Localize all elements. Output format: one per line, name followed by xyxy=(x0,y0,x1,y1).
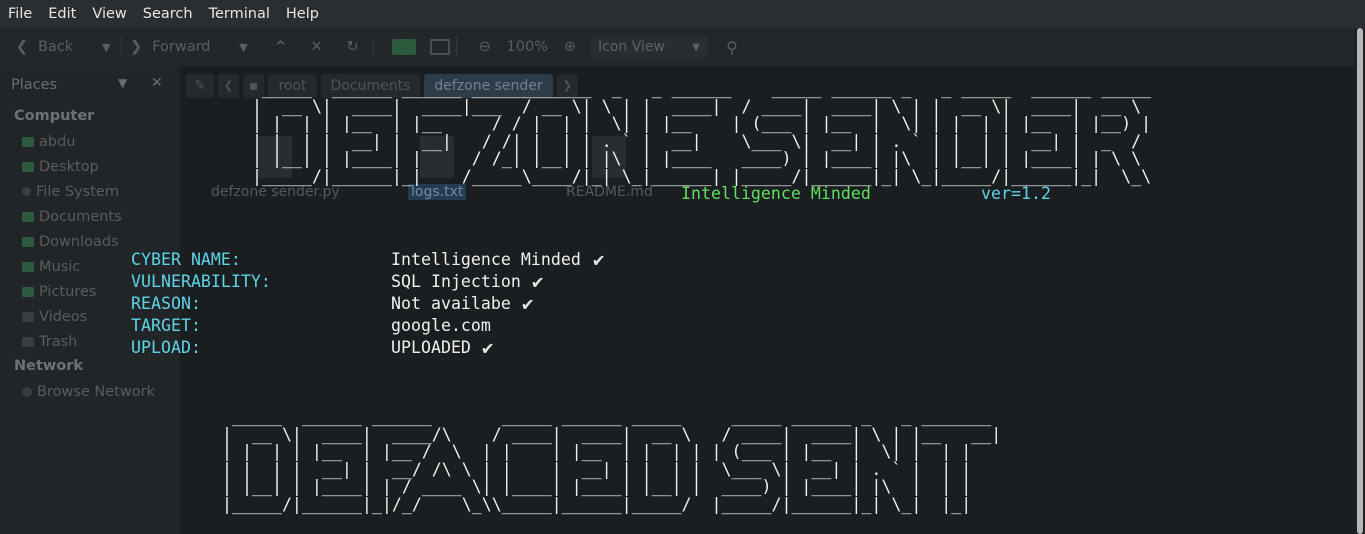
text-file-icon xyxy=(592,136,627,178)
forward-history-chevron-icon[interactable]: ▼ xyxy=(235,41,253,54)
sidebar-item-trash[interactable]: Trash xyxy=(0,329,180,354)
back-button[interactable]: ❮ Back xyxy=(0,28,73,66)
breadcrumb: ✎ ❮ ▪ root Documents defzone sender ❯ xyxy=(186,74,582,98)
back-arrow-icon: ❮ xyxy=(15,39,29,55)
sidebar-item-label: Documents xyxy=(39,208,122,225)
sidebar-item-label: Pictures xyxy=(39,283,97,300)
folder-icon xyxy=(22,311,34,322)
sidebar-item-file-system[interactable]: File System xyxy=(0,179,180,204)
sidebar-item-label: File System xyxy=(36,183,119,200)
file-item[interactable]: logs.txt xyxy=(408,136,467,200)
trash-icon xyxy=(22,336,34,347)
network-heading: Network xyxy=(14,358,84,374)
menubar: File Edit View Search Terminal Help xyxy=(0,0,1365,28)
network-icon xyxy=(22,386,32,397)
back-history-chevron-icon[interactable]: ▼ xyxy=(97,41,115,54)
drive-icon[interactable]: ▪ xyxy=(242,74,265,98)
view-mode-label: Icon View xyxy=(597,39,665,55)
chevron-down-icon[interactable]: ▼ xyxy=(118,76,127,90)
close-icon[interactable]: ✕ xyxy=(151,75,163,91)
toolbar-separator xyxy=(121,36,123,58)
toolbar-separator xyxy=(372,36,374,58)
folder-icon xyxy=(22,286,34,297)
sidebar-item-label: Downloads xyxy=(39,233,119,250)
sidebar-item-documents[interactable]: Documents xyxy=(0,204,180,229)
toolbar: ❮ Back ▼ ❯ Forward ▼ ^ ✕ ↻ ⊖ 100% ⊕ Icon… xyxy=(0,28,1355,66)
file-label: defzone sender.py xyxy=(211,184,340,200)
sidebar-item-label: Videos xyxy=(39,308,88,325)
back-label: Back xyxy=(38,39,74,55)
forward-label: Forward xyxy=(152,39,211,55)
computer-icon[interactable] xyxy=(429,39,450,55)
sidebar: Places ▼ ✕ Computer abdu Desktop File Sy… xyxy=(0,66,180,534)
scrollbar-thumb[interactable] xyxy=(1357,28,1363,534)
sidebar-item-label: Music xyxy=(39,258,81,275)
menu-terminal[interactable]: Terminal xyxy=(201,0,278,28)
toolbar-separator xyxy=(455,36,457,58)
forward-arrow-icon: ❯ xyxy=(130,39,143,55)
menu-help[interactable]: Help xyxy=(278,0,327,28)
sidebar-item-abdu[interactable]: abdu xyxy=(0,129,180,154)
sidebar-item-label: Browse Network xyxy=(37,383,155,400)
path-left-arrow-icon[interactable]: ❮ xyxy=(217,74,239,98)
file-manager-window: ❮ Back ▼ ❯ Forward ▼ ^ ✕ ↻ ⊖ 100% ⊕ Icon… xyxy=(0,28,1355,534)
places-title: Places xyxy=(11,77,58,93)
drive-icon xyxy=(22,187,31,196)
text-file-icon xyxy=(420,136,455,178)
home-icon[interactable] xyxy=(391,39,416,55)
zoom-in-icon[interactable]: ⊕ xyxy=(560,39,580,55)
zoom-level: 100% xyxy=(506,39,548,55)
sidebar-item-music[interactable]: Music xyxy=(0,254,180,279)
places-header: Places ▼ ✕ xyxy=(0,66,180,104)
menu-search[interactable]: Search xyxy=(135,0,201,28)
folder-icon xyxy=(22,211,34,222)
file-item[interactable]: defzone sender.py xyxy=(208,136,343,200)
folder-icon xyxy=(22,236,34,247)
folder-icon xyxy=(22,261,34,272)
forward-button[interactable]: ❯ Forward xyxy=(128,28,210,66)
chevron-down-icon: ▼ xyxy=(692,41,700,53)
menu-view[interactable]: View xyxy=(84,0,134,28)
file-view: ✎ ❮ ▪ root Documents defzone sender ❯ de… xyxy=(180,66,1355,534)
path-documents[interactable]: Documents xyxy=(320,74,421,98)
sidebar-item-label: Desktop xyxy=(39,158,99,175)
stop-icon[interactable]: ✕ xyxy=(303,39,331,55)
search-icon[interactable]: ⚲ xyxy=(722,38,742,57)
sidebar-item-desktop[interactable]: Desktop xyxy=(0,154,180,179)
edit-path-icon[interactable]: ✎ xyxy=(186,74,214,98)
path-root[interactable]: root xyxy=(268,74,317,98)
sidebar-item-label: Trash xyxy=(39,333,78,350)
desktop-icon xyxy=(22,161,34,172)
sidebar-item-pictures[interactable]: Pictures xyxy=(0,279,180,304)
terminal-scrollbar[interactable] xyxy=(1355,28,1365,534)
file-item[interactable]: README.md xyxy=(563,136,656,200)
home-icon xyxy=(22,136,34,147)
sidebar-item-label: abdu xyxy=(39,133,76,150)
reload-icon[interactable]: ↻ xyxy=(339,39,367,55)
zoom-out-icon[interactable]: ⊖ xyxy=(475,39,495,55)
path-right-arrow-icon[interactable]: ❯ xyxy=(556,74,578,98)
python-file-icon xyxy=(258,136,293,178)
path-defzone-sender[interactable]: defzone sender xyxy=(424,74,553,98)
file-label: logs.txt xyxy=(408,184,467,200)
menu-file[interactable]: File xyxy=(0,0,40,28)
sidebar-item-downloads[interactable]: Downloads xyxy=(0,229,180,254)
sidebar-item-browse-network[interactable]: Browse Network xyxy=(0,379,180,404)
menu-edit[interactable]: Edit xyxy=(40,0,84,28)
view-mode-select[interactable]: Icon View ▼ xyxy=(589,35,708,59)
sidebar-item-videos[interactable]: Videos xyxy=(0,304,180,329)
up-arrow-icon[interactable]: ^ xyxy=(267,39,295,55)
computer-heading: Computer xyxy=(14,108,95,124)
file-label: README.md xyxy=(566,184,653,200)
